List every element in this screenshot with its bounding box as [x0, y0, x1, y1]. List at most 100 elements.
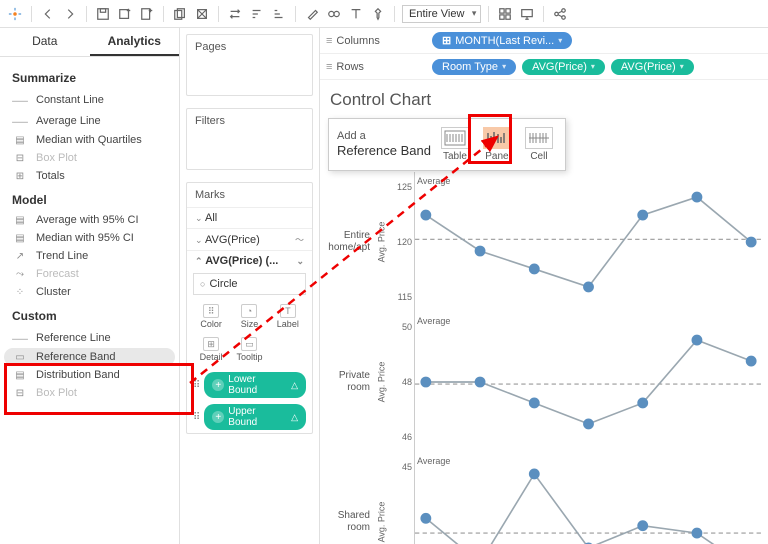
columns-icon: ≡	[326, 35, 332, 47]
analytics-cluster[interactable]: ⁘Cluster	[0, 283, 179, 301]
worksheet-canvas: ≡Columns ⊞MONTH(Last Revi...▾ ≡Rows Room…	[320, 28, 768, 544]
analytics-avg-ci[interactable]: ▤Average with 95% CI	[0, 211, 179, 229]
pill-avg-price-1[interactable]: AVG(Price)▾	[522, 59, 605, 75]
share-icon[interactable]	[551, 5, 569, 23]
sheet-title[interactable]: Control Chart	[330, 90, 758, 110]
highlight-icon[interactable]	[303, 5, 321, 23]
drop-cell[interactable]: Cell	[521, 125, 557, 164]
row-header: Sharedroom	[324, 452, 374, 544]
swap-icon[interactable]	[226, 5, 244, 23]
mark-type-select[interactable]: Circle	[193, 273, 306, 295]
mark-color[interactable]: ⠿Color	[193, 301, 229, 332]
boxplot-icon: ⊟	[12, 388, 28, 399]
new-data-icon[interactable]	[116, 5, 134, 23]
axis-ticks: 125120115	[388, 172, 414, 312]
row-header: Entirehome/apt	[324, 172, 374, 312]
pill-lower-bound[interactable]: ⠿Lower Bound	[187, 369, 312, 401]
axis-label: Avg. Price	[374, 452, 388, 544]
tab-data[interactable]: Data	[0, 28, 90, 56]
chart-area: Entirehome/aptAvg. Price125120115Average…	[324, 172, 762, 544]
marks-avg1[interactable]: ⌄ AVG(Price)〜	[187, 228, 312, 250]
fit-select[interactable]: Entire View	[402, 5, 481, 23]
pill-upper-bound[interactable]: ⠿Upper Bound	[187, 401, 312, 433]
color-icon: ⠿	[203, 304, 219, 318]
pill-month[interactable]: ⊞MONTH(Last Revi...▾	[432, 32, 572, 49]
cluster-icon: ⁘	[12, 287, 28, 298]
popup-line1: Add a	[337, 129, 431, 143]
forecast-icon: ⤳	[12, 269, 28, 280]
drop-table[interactable]: Table	[437, 125, 473, 164]
analytics-constant-line[interactable]: ⸺Constant Line	[0, 89, 179, 110]
label-icon: T	[280, 304, 296, 318]
chart-row: SharedroomAvg. Price4540Average	[324, 452, 762, 544]
pill-room-type[interactable]: Room Type▾	[432, 59, 516, 75]
showme-icon[interactable]	[496, 5, 514, 23]
pane-scope-icon	[483, 127, 511, 149]
forward-icon[interactable]	[61, 5, 79, 23]
analytics-forecast: ⤳Forecast	[0, 265, 179, 283]
logo-icon	[6, 5, 24, 23]
grip-icon: ⠿	[193, 412, 200, 423]
save-icon[interactable]	[94, 5, 112, 23]
columns-shelf[interactable]: ≡Columns ⊞MONTH(Last Revi...▾	[320, 28, 768, 54]
axis-label: Avg. Price	[374, 312, 388, 452]
tab-analytics[interactable]: Analytics	[90, 28, 180, 56]
analytics-ref-line[interactable]: ⸺Reference Line	[0, 327, 179, 348]
reference-label: Average	[417, 316, 450, 326]
chart-row: PrivateroomAvg. Price504846Average	[324, 312, 762, 452]
analytics-median-ci[interactable]: ▤Median with 95% CI	[0, 229, 179, 247]
back-icon[interactable]	[39, 5, 57, 23]
band-icon: ▤	[12, 135, 28, 146]
drop-target-popup: Add a Reference Band Table Pane Cell	[328, 118, 566, 171]
filters-card[interactable]: Filters	[186, 108, 313, 170]
popup-line2: Reference Band	[337, 143, 431, 160]
analytics-trend-line[interactable]: ↗Trend Line	[0, 247, 179, 265]
sort-asc-icon[interactable]	[248, 5, 266, 23]
plot-pane[interactable]: Average	[414, 312, 762, 452]
mark-size[interactable]: ◔Size	[231, 301, 267, 332]
sort-desc-icon[interactable]	[270, 5, 288, 23]
row-header: Privateroom	[324, 312, 374, 452]
grip-icon: ⠿	[193, 380, 200, 391]
analytics-totals[interactable]: ⊞Totals	[0, 167, 179, 185]
analytics-box-plot: ⊟Box Plot	[0, 149, 179, 167]
text-icon[interactable]	[347, 5, 365, 23]
clear-icon[interactable]	[193, 5, 211, 23]
refline-icon: ⸺	[12, 330, 28, 345]
analytics-average-line[interactable]: ⸺Average Line	[0, 110, 179, 131]
marks-card: Marks ⌄ All ⌄ AVG(Price)〜 ⌃ AVG(Price) (…	[186, 182, 313, 434]
tooltip-icon: ▭	[241, 337, 257, 351]
table-scope-icon	[441, 127, 469, 149]
group-icon[interactable]	[325, 5, 343, 23]
line-icon: ⸺	[12, 113, 28, 128]
pill-avg-price-2[interactable]: AVG(Price)▾	[611, 59, 694, 75]
pin-icon[interactable]	[369, 5, 387, 23]
marks-all[interactable]: ⌄ All	[187, 207, 312, 228]
duplicate-icon[interactable]	[171, 5, 189, 23]
drop-pane[interactable]: Pane	[479, 125, 515, 164]
marks-avg2[interactable]: ⌃ AVG(Price) (...⌄	[187, 250, 312, 271]
model-header: Model	[0, 185, 179, 211]
refband-icon: ▭	[12, 352, 28, 363]
plot-pane[interactable]: Average	[414, 452, 762, 544]
plot-pane[interactable]: Average	[414, 172, 762, 312]
detail-icon: ⊞	[203, 337, 219, 351]
new-sheet-icon[interactable]	[138, 5, 156, 23]
totals-icon: ⊞	[12, 171, 28, 182]
pages-card[interactable]: Pages	[186, 34, 313, 96]
reference-label: Average	[417, 456, 450, 466]
analytics-ref-band[interactable]: ▭Reference Band	[4, 348, 175, 366]
axis-ticks: 504846	[388, 312, 414, 452]
analytics-median-quartiles[interactable]: ▤Median with Quartiles	[0, 131, 179, 149]
present-icon[interactable]	[518, 5, 536, 23]
mark-detail[interactable]: ⊞Detail	[193, 334, 229, 365]
rows-shelf[interactable]: ≡Rows Room Type▾ AVG(Price)▾ AVG(Price)▾	[320, 54, 768, 80]
line-icon: ⸺	[12, 92, 28, 107]
analytics-sidebar: Data Analytics Summarize ⸺Constant Line …	[0, 28, 180, 544]
mark-label[interactable]: TLabel	[270, 301, 306, 332]
rows-icon: ≡	[326, 61, 332, 73]
band-icon: ▤	[12, 233, 28, 244]
mark-tooltip[interactable]: ▭Tooltip	[231, 334, 267, 365]
analytics-dist-band[interactable]: ▤Distribution Band	[0, 366, 179, 384]
trend-icon: ↗	[12, 251, 28, 262]
